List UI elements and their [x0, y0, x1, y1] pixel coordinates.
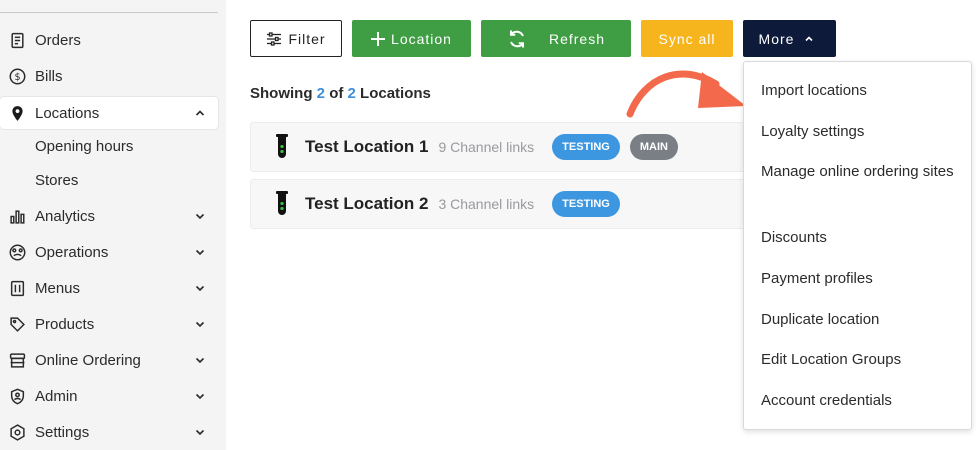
location-name[interactable]: Test Location 1 — [305, 137, 428, 157]
menu-item-payment-profiles[interactable]: Payment profiles — [761, 266, 961, 291]
sync-all-button[interactable]: Sync all — [641, 20, 733, 57]
sidebar-item-orders[interactable]: Orders — [0, 24, 218, 56]
channel-links-count: 9 Channel links — [438, 139, 535, 155]
store-icon — [8, 351, 26, 369]
location-name[interactable]: Test Location 2 — [305, 194, 428, 214]
chevron-down-icon — [195, 249, 205, 256]
sidebar-item-bills[interactable]: $ Bills — [0, 60, 218, 92]
menu-item-manage-online-ordering-sites[interactable]: Manage online ordering sites — [761, 159, 961, 184]
location-row[interactable]: Test Location 2 3 Channel links TESTING — [250, 179, 790, 229]
sidebar-item-label: Operations — [35, 243, 109, 261]
testing-badge: TESTING — [552, 134, 620, 160]
location-row[interactable]: Test Location 1 9 Channel links TESTING … — [250, 122, 790, 172]
filter-button-label: Filter — [288, 30, 326, 47]
channel-links-count: 3 Channel links — [438, 196, 535, 212]
sidebar-item-label: Online Ordering — [35, 351, 141, 369]
add-location-label: Location — [391, 30, 452, 47]
more-dropdown-menu: Import locations Loyalty settings Manage… — [743, 61, 972, 430]
more-button[interactable]: More — [743, 20, 836, 57]
menu-icon — [8, 279, 26, 297]
menu-item-duplicate-location[interactable]: Duplicate location — [761, 307, 961, 332]
more-label: More — [758, 30, 795, 47]
sidebar-item-locations[interactable]: Locations — [0, 97, 218, 129]
refresh-label: Refresh — [548, 30, 606, 47]
summary-suffix: Locations — [360, 85, 431, 102]
gear-icon — [8, 423, 26, 441]
refresh-icon — [509, 30, 524, 47]
sidebar-subitem-stores[interactable]: Stores — [35, 172, 78, 189]
testing-badge: TESTING — [552, 191, 620, 217]
sidebar-divider — [0, 12, 218, 13]
sidebar-item-analytics[interactable]: Analytics — [0, 200, 218, 232]
add-location-button[interactable]: Location — [352, 20, 471, 57]
sidebar-item-online-ordering[interactable]: Online Ordering — [0, 344, 218, 376]
refresh-button[interactable]: Refresh — [481, 20, 631, 57]
summary-total-count: 2 — [347, 85, 356, 102]
menu-item-account-credentials[interactable]: Account credentials — [761, 388, 961, 413]
plus-icon — [371, 31, 386, 46]
sidebar-item-label: Orders — [35, 31, 81, 49]
sidebar-item-label: Analytics — [35, 207, 96, 225]
chevron-up-icon — [805, 35, 814, 41]
svg-text:$: $ — [14, 72, 20, 83]
annotation-arrow-icon — [626, 70, 746, 118]
test-tube-icon — [276, 134, 288, 158]
sidebar-item-label: Locations — [35, 104, 100, 122]
sidebar: Orders $ Bills Locations Opening hours S… — [0, 0, 226, 450]
results-summary: Showing 2 of 2 Locations — [250, 85, 431, 102]
sidebar-item-admin[interactable]: Admin — [0, 380, 218, 412]
menu-item-edit-location-groups[interactable]: Edit Location Groups — [761, 347, 961, 372]
bar-chart-icon — [8, 207, 26, 225]
sidebar-item-menus[interactable]: Menus — [0, 272, 218, 304]
chevron-down-icon — [195, 213, 205, 220]
menu-item-loyalty-settings[interactable]: Loyalty settings — [761, 119, 961, 144]
chevron-down-icon — [195, 357, 205, 364]
chevron-down-icon — [195, 285, 205, 292]
main-badge: MAIN — [629, 134, 678, 160]
sidebar-item-label: Admin — [35, 387, 78, 405]
chevron-down-icon — [195, 429, 205, 436]
menu-item-import-locations[interactable]: Import locations — [761, 78, 961, 103]
sidebar-item-label: Settings — [35, 423, 90, 441]
sliders-icon — [267, 31, 282, 46]
test-tube-icon — [276, 191, 288, 215]
dollar-circle-icon: $ — [8, 67, 26, 85]
sidebar-item-label: Products — [35, 315, 95, 333]
menu-item-discounts[interactable]: Discounts — [761, 225, 961, 250]
filter-button[interactable]: Filter — [250, 20, 342, 57]
shield-user-icon — [8, 387, 26, 405]
tag-icon — [8, 315, 26, 333]
sidebar-item-label: Bills — [35, 67, 63, 85]
chevron-up-icon — [195, 110, 205, 116]
map-pin-icon — [8, 104, 26, 122]
sync-all-label: Sync all — [658, 30, 716, 47]
dashboard-icon — [8, 243, 26, 261]
summary-prefix: Showing — [250, 85, 313, 102]
sidebar-item-settings[interactable]: Settings — [0, 416, 218, 448]
sidebar-subitem-opening-hours[interactable]: Opening hours — [35, 138, 133, 155]
chevron-down-icon — [195, 393, 205, 400]
receipt-icon — [8, 31, 26, 49]
sidebar-item-label: Menus — [35, 279, 81, 297]
summary-shown-count: 2 — [316, 85, 326, 102]
sidebar-item-operations[interactable]: Operations — [0, 236, 218, 268]
summary-of: of — [329, 85, 344, 102]
chevron-down-icon — [195, 321, 205, 328]
sidebar-item-products[interactable]: Products — [0, 308, 218, 340]
